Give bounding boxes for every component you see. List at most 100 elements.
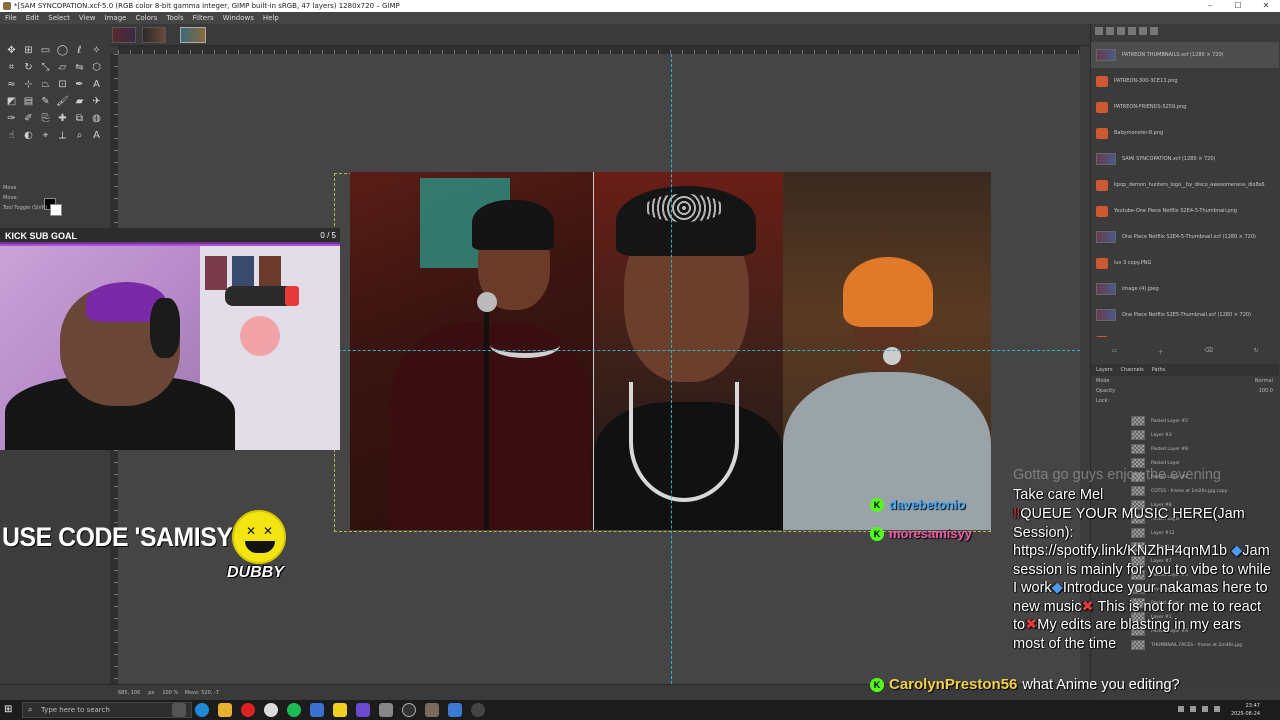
spotify-icon[interactable]	[287, 703, 301, 717]
menu-view[interactable]: View	[79, 12, 96, 24]
edge-icon[interactable]	[195, 703, 209, 717]
tab-paths[interactable]: Paths	[1152, 364, 1166, 376]
lasso-icon[interactable]: ℓ	[73, 44, 86, 57]
dock-tab-icon[interactable]	[1117, 27, 1125, 35]
dock-tab-icon[interactable]	[1139, 27, 1147, 35]
taskbar-search[interactable]: ⌕ Type here to search	[22, 702, 192, 718]
app-icon[interactable]	[356, 703, 370, 717]
blur-icon[interactable]: ◍	[90, 112, 103, 125]
obs-icon[interactable]	[402, 703, 416, 717]
tool-toggle-label[interactable]: Tool Toggle (Shift)	[0, 203, 108, 213]
image-list-item[interactable]: PATREON THUMBNAILS.xcf (1280 × 720)	[1091, 42, 1279, 68]
settings-icon[interactable]	[471, 703, 485, 717]
opacity-value[interactable]: 100.0	[1259, 386, 1273, 396]
gimp-taskbar-icon[interactable]	[425, 703, 439, 717]
guide-vertical[interactable]	[671, 54, 672, 684]
image-list-item[interactable]: One Piece Fan Toy Store Voice Actors Pt …	[1091, 328, 1279, 337]
refresh-icon[interactable]: ↻	[1254, 347, 1259, 359]
tab-layers[interactable]: Layers	[1096, 364, 1113, 376]
sticky-notes-icon[interactable]	[333, 703, 347, 717]
layer-row[interactable]: Pasted Layer #8	[1091, 442, 1279, 456]
bucket-fill-icon[interactable]: ◩	[5, 95, 18, 108]
close-button[interactable]: ✕	[1252, 0, 1280, 12]
menu-colors[interactable]: Colors	[135, 12, 157, 24]
perspective-icon[interactable]: ⏢	[39, 78, 52, 91]
delete-image-icon[interactable]: ⌫	[1204, 347, 1212, 359]
measure-icon[interactable]: ⟂	[56, 129, 69, 142]
scale-icon[interactable]: ⤡	[39, 61, 52, 74]
app-icon[interactable]	[379, 703, 393, 717]
task-view-icon[interactable]	[172, 703, 186, 717]
paintbrush-icon[interactable]: 🖌	[56, 95, 69, 108]
tray-icon[interactable]	[1178, 706, 1184, 712]
dock-tab-icon[interactable]	[1150, 27, 1158, 35]
cage-icon[interactable]: ⬡	[90, 61, 103, 74]
zoom-select[interactable]: 100 %	[162, 690, 178, 696]
horizontal-ruler[interactable]	[118, 46, 1080, 54]
shear-icon[interactable]: ▱	[56, 61, 69, 74]
mode-select[interactable]: Normal	[1255, 376, 1273, 386]
new-display-icon[interactable]: ＋	[1158, 347, 1164, 359]
airbrush-icon[interactable]: ✈	[90, 95, 103, 108]
image-list-item[interactable]: PATREON-300-3CE13.png	[1091, 68, 1279, 94]
mypaint-icon[interactable]: ✐	[22, 112, 35, 125]
clone-icon[interactable]: ⎘	[39, 112, 52, 125]
image-list-item[interactable]: image (4).jpeg	[1091, 276, 1279, 302]
app-icon[interactable]	[448, 703, 462, 717]
rect-select-icon[interactable]: ▭	[39, 44, 52, 57]
eraser-icon[interactable]: ▰	[73, 95, 86, 108]
ink-icon[interactable]: ✑	[5, 112, 18, 125]
text-tool-icon[interactable]: A	[90, 129, 103, 142]
unit-select[interactable]: px	[148, 690, 154, 696]
zoom-icon[interactable]: ⌕	[73, 129, 86, 142]
tray-icon[interactable]	[1214, 706, 1220, 712]
menu-windows[interactable]: Windows	[223, 12, 254, 24]
dock-tab-icon[interactable]	[1128, 27, 1136, 35]
raise-display-icon[interactable]: ▭	[1111, 347, 1117, 359]
image-tab-thumbnail[interactable]	[142, 27, 166, 43]
move-tool-icon[interactable]: ✥	[5, 44, 18, 57]
paths-icon[interactable]: ✒	[73, 78, 86, 91]
file-explorer-icon[interactable]	[218, 703, 232, 717]
color-picker-icon[interactable]: ⌖	[39, 129, 52, 142]
align-tool-icon[interactable]: ⊞	[22, 44, 35, 57]
ellipse-select-icon[interactable]: ◯	[56, 44, 69, 57]
fuzzy-select-icon[interactable]: ✧	[90, 44, 103, 57]
windows-start-icon[interactable]: ⊞	[4, 704, 16, 716]
smudge-icon[interactable]: ☝	[5, 129, 18, 142]
image-list-item[interactable]: Youtube-One Piece Netflix S2E4-5-Thumbna…	[1091, 198, 1279, 224]
unified-transform-icon[interactable]: ⊡	[56, 78, 69, 91]
image-list-item[interactable]: luv 3 copy.PNG	[1091, 250, 1279, 276]
move-mode-label[interactable]: Move:	[0, 193, 108, 203]
clock[interactable]: 23:47 2025-08-24	[1231, 702, 1260, 718]
image-list-item[interactable]: kpop_demon_hunters_logo__by_disco_awesom…	[1091, 172, 1279, 198]
handle-icon[interactable]: ⊹	[22, 78, 35, 91]
image-list-item[interactable]: SAMI SYNCOPATION.xcf (1280 × 720)	[1091, 146, 1279, 172]
layer-row[interactable]: Pasted Layer #2	[1091, 414, 1279, 428]
app-icon[interactable]	[310, 703, 324, 717]
dock-tab-icon[interactable]	[1095, 27, 1103, 35]
menu-image[interactable]: Image	[105, 12, 127, 24]
image-list-item[interactable]: One Piece Netflix S2E4-5-Thumbnail.xcf (…	[1091, 224, 1279, 250]
tray-icon[interactable]	[1202, 706, 1208, 712]
flip-icon[interactable]: ⇋	[73, 61, 86, 74]
minimize-button[interactable]: –	[1196, 0, 1224, 12]
dock-tab-icon[interactable]	[1106, 27, 1114, 35]
gradient-icon[interactable]: ▤	[22, 95, 35, 108]
image-list-item[interactable]: One Piece Netflix S2E5-Thumbnail.xcf (12…	[1091, 302, 1279, 328]
text-icon[interactable]: A	[90, 78, 103, 91]
maximize-button[interactable]: ☐	[1224, 0, 1252, 12]
menu-filters[interactable]: Filters	[193, 12, 214, 24]
menu-file[interactable]: File	[5, 12, 17, 24]
menu-select[interactable]: Select	[48, 12, 70, 24]
tab-channels[interactable]: Channels	[1121, 364, 1144, 376]
heal-icon[interactable]: ✚	[56, 112, 69, 125]
menu-edit[interactable]: Edit	[26, 12, 40, 24]
layer-row[interactable]: Layer #3	[1091, 428, 1279, 442]
warp-icon[interactable]: ≈	[5, 78, 18, 91]
dodge-icon[interactable]: ◐	[22, 129, 35, 142]
image-list-item[interactable]: PATREON-FRIENDS-5259.png	[1091, 94, 1279, 120]
image-list-item[interactable]: Babymonster-8.png	[1091, 120, 1279, 146]
crop-icon[interactable]: ⌗	[5, 61, 18, 74]
chrome-icon[interactable]	[264, 703, 278, 717]
